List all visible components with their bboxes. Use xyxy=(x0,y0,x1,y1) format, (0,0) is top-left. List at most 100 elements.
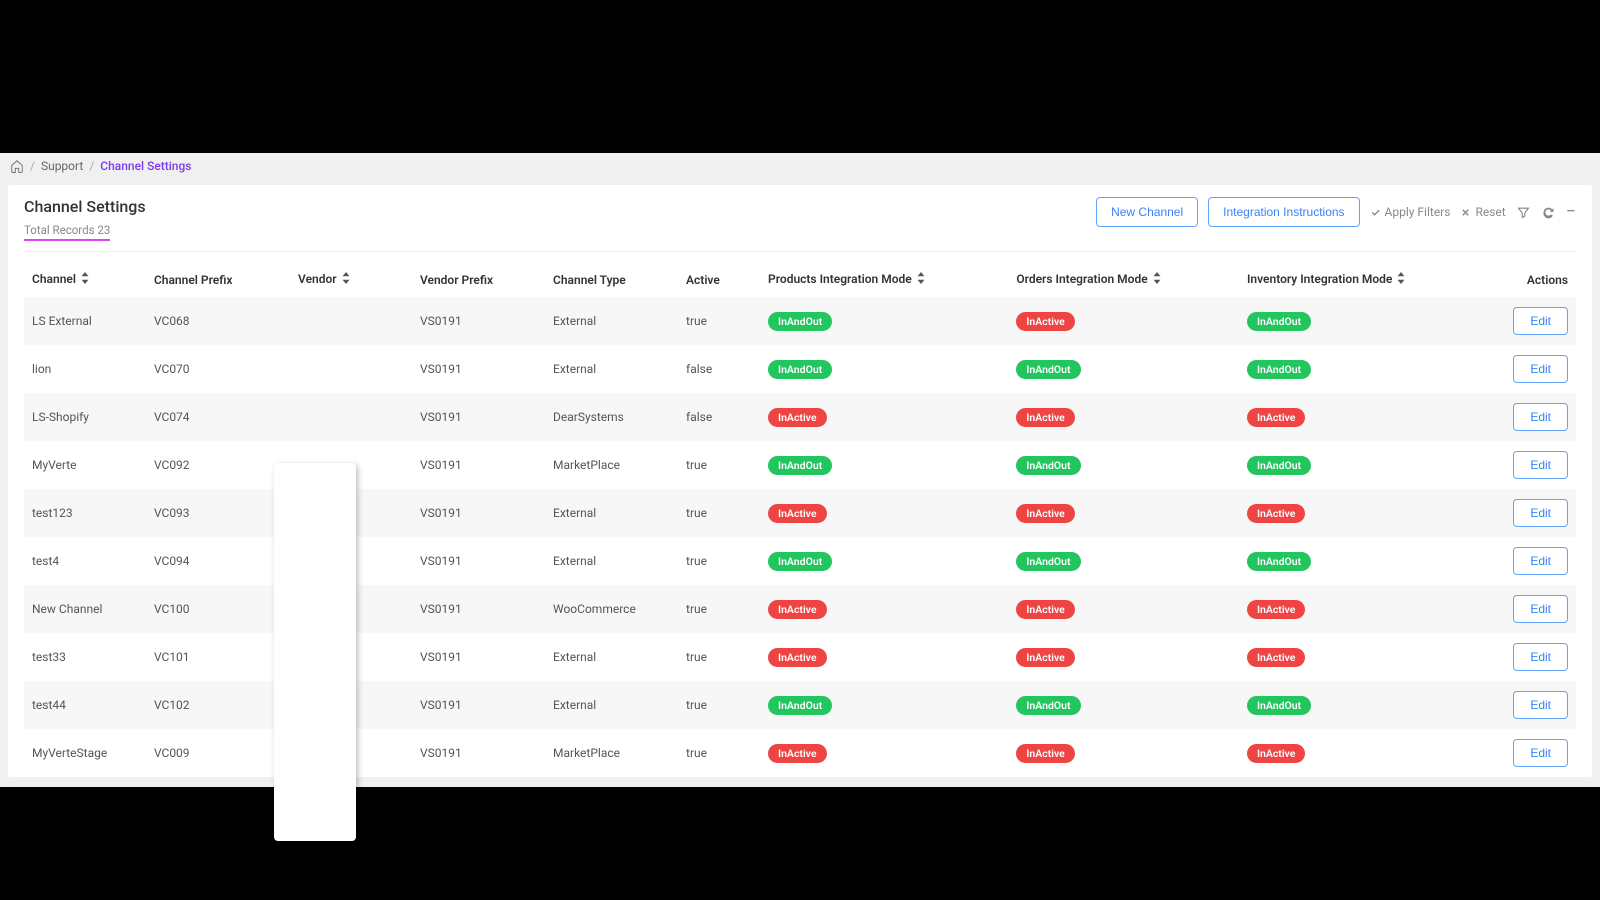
cell-prefix: VC094 xyxy=(146,537,290,585)
edit-button[interactable]: Edit xyxy=(1513,739,1568,767)
cell-inventory-mode: InActive xyxy=(1239,393,1487,441)
cell-actions: Edit xyxy=(1487,345,1576,393)
cell-actions: Edit xyxy=(1487,393,1576,441)
cell-active: true xyxy=(678,537,760,585)
sort-icon xyxy=(80,272,90,287)
cell-channel-type: MarketPlace xyxy=(545,441,678,489)
cell-inventory-mode: InActive xyxy=(1239,489,1487,537)
cell-active: false xyxy=(678,393,760,441)
cell-actions: Edit xyxy=(1487,297,1576,345)
status-badge: InActive xyxy=(1247,600,1305,619)
status-badge: InActive xyxy=(768,408,826,427)
cell-channel: test33 xyxy=(24,633,146,681)
status-badge: InAndOut xyxy=(1247,360,1311,379)
cell-active: false xyxy=(678,345,760,393)
reset-button[interactable]: Reset xyxy=(1460,205,1505,219)
edit-button[interactable]: Edit xyxy=(1513,595,1568,623)
x-icon xyxy=(1460,207,1471,218)
sort-icon xyxy=(341,272,351,287)
refresh-icon[interactable] xyxy=(1541,205,1556,220)
cell-products-mode: InActive xyxy=(760,585,1008,633)
cell-inventory-mode: InActive xyxy=(1239,633,1487,681)
cell-channel: test44 xyxy=(24,681,146,729)
cell-prefix: VC070 xyxy=(146,345,290,393)
breadcrumb-current: Channel Settings xyxy=(100,159,191,173)
cell-channel-type: External xyxy=(545,345,678,393)
cell-channel: New Channel xyxy=(24,585,146,633)
th-channel-type[interactable]: Channel Type xyxy=(545,260,678,297)
cell-actions: Edit xyxy=(1487,585,1576,633)
cell-channel-type: WooCommerce xyxy=(545,585,678,633)
cell-actions: Edit xyxy=(1487,681,1576,729)
th-orders-mode[interactable]: Orders Integration Mode xyxy=(1008,260,1239,297)
edit-button[interactable]: Edit xyxy=(1513,547,1568,575)
check-icon xyxy=(1370,207,1381,218)
table-row: MyVerteVC092VS0191MarketPlacetrueInAndOu… xyxy=(24,441,1576,489)
edit-button[interactable]: Edit xyxy=(1513,307,1568,335)
cell-active: true xyxy=(678,729,760,777)
th-products-mode[interactable]: Products Integration Mode xyxy=(760,260,1008,297)
cell-inventory-mode: InAndOut xyxy=(1239,297,1487,345)
status-badge: InActive xyxy=(1247,408,1305,427)
apply-filters-button[interactable]: Apply Filters xyxy=(1370,205,1451,219)
status-badge: InActive xyxy=(1016,600,1074,619)
th-channel[interactable]: Channel xyxy=(24,260,146,297)
cell-orders-mode: InActive xyxy=(1008,585,1239,633)
cell-vendor xyxy=(290,393,412,441)
cell-orders-mode: InAndOut xyxy=(1008,441,1239,489)
status-badge: InAndOut xyxy=(1016,456,1080,475)
cell-orders-mode: InActive xyxy=(1008,633,1239,681)
collapse-icon[interactable]: − xyxy=(1566,203,1576,221)
th-vendor-prefix[interactable]: Vendor Prefix xyxy=(412,260,545,297)
cell-orders-mode: InAndOut xyxy=(1008,681,1239,729)
status-badge: InAndOut xyxy=(1016,552,1080,571)
th-inventory-mode[interactable]: Inventory Integration Mode xyxy=(1239,260,1487,297)
edit-button[interactable]: Edit xyxy=(1513,451,1568,479)
cell-inventory-mode: InActive xyxy=(1239,729,1487,777)
edit-button[interactable]: Edit xyxy=(1513,691,1568,719)
filter-icon[interactable] xyxy=(1516,205,1531,220)
status-badge: InActive xyxy=(768,744,826,763)
status-badge: InAndOut xyxy=(768,552,832,571)
main-panel: Channel Settings Total Records 23 New Ch… xyxy=(8,185,1592,777)
breadcrumb-sep: / xyxy=(30,159,35,173)
cell-active: true xyxy=(678,297,760,345)
cell-vendor-prefix: VS0191 xyxy=(412,633,545,681)
cell-channel-type: External xyxy=(545,681,678,729)
status-badge: InActive xyxy=(1016,408,1074,427)
cell-vendor-prefix: VS0191 xyxy=(412,537,545,585)
status-badge: InAndOut xyxy=(1247,456,1311,475)
edit-button[interactable]: Edit xyxy=(1513,499,1568,527)
th-channel-prefix[interactable]: Channel Prefix xyxy=(146,260,290,297)
cell-actions: Edit xyxy=(1487,537,1576,585)
cell-products-mode: InActive xyxy=(760,633,1008,681)
cell-prefix: VC068 xyxy=(146,297,290,345)
home-icon[interactable] xyxy=(10,159,24,173)
breadcrumb-support[interactable]: Support xyxy=(41,159,83,173)
th-active[interactable]: Active xyxy=(678,260,760,297)
integration-instructions-button[interactable]: Integration Instructions xyxy=(1208,197,1359,227)
cell-actions: Edit xyxy=(1487,633,1576,681)
cell-products-mode: InAndOut xyxy=(760,345,1008,393)
cell-actions: Edit xyxy=(1487,441,1576,489)
cell-orders-mode: InAndOut xyxy=(1008,345,1239,393)
cell-vendor-prefix: VS0191 xyxy=(412,729,545,777)
status-badge: InActive xyxy=(1016,504,1074,523)
cell-vendor-prefix: VS0191 xyxy=(412,393,545,441)
cell-products-mode: InAndOut xyxy=(760,537,1008,585)
cell-inventory-mode: InActive xyxy=(1239,585,1487,633)
edit-button[interactable]: Edit xyxy=(1513,355,1568,383)
new-channel-button[interactable]: New Channel xyxy=(1096,197,1198,227)
sort-icon xyxy=(1152,272,1162,287)
th-vendor[interactable]: Vendor xyxy=(290,260,412,297)
edit-button[interactable]: Edit xyxy=(1513,643,1568,671)
cell-orders-mode: InAndOut xyxy=(1008,537,1239,585)
table-row: test44VC102VS0191ExternaltrueInAndOutInA… xyxy=(24,681,1576,729)
cell-active: true xyxy=(678,633,760,681)
edit-button[interactable]: Edit xyxy=(1513,403,1568,431)
status-badge: InAndOut xyxy=(1016,696,1080,715)
status-badge: InActive xyxy=(768,504,826,523)
cell-channel: MyVerteStage xyxy=(24,729,146,777)
page-title: Channel Settings xyxy=(24,197,146,216)
cell-prefix: VC009 xyxy=(146,729,290,777)
